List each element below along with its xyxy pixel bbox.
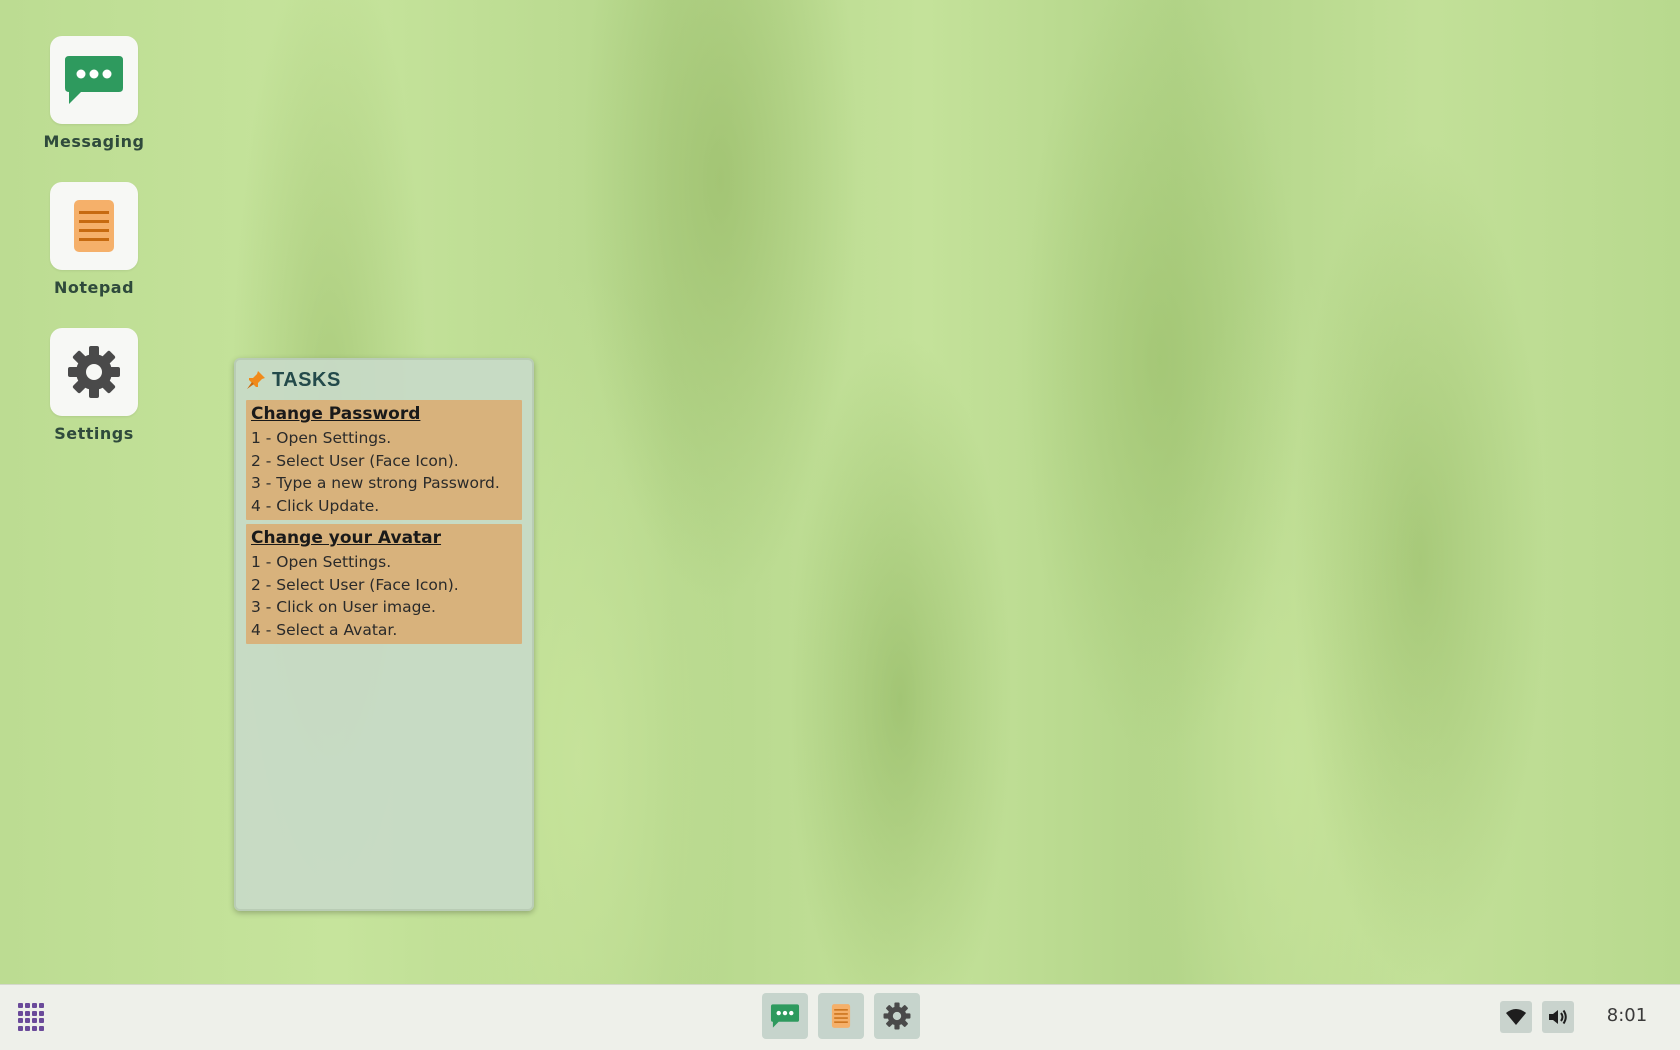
chat-bubble-icon	[65, 56, 123, 104]
wifi-button[interactable]	[1500, 1001, 1532, 1033]
notepad-icon	[831, 1004, 851, 1028]
task-card: Change Password 1 - Open Settings. 2 - S…	[246, 400, 522, 520]
task-step: 3 - Click on User image.	[251, 598, 436, 616]
task-step: 3 - Type a new strong Password.	[251, 474, 500, 492]
volume-button[interactable]	[1542, 1001, 1574, 1033]
task-step: 2 - Select User (Face Icon).	[251, 451, 459, 470]
desktop-icon-label: Settings	[54, 424, 134, 443]
task-step: 1 - Open Settings.	[251, 429, 392, 447]
task-step: 4 - Click Update.	[251, 496, 380, 515]
desktop-icon-label: Notepad	[53, 278, 135, 297]
tasks-header: TASKS	[246, 366, 522, 394]
task-title: Change your Avatar	[251, 528, 442, 548]
task-card: Change your Avatar 1 - Open Settings. 2 …	[246, 524, 522, 644]
task-step: 4 - Select a Avatar.	[251, 620, 398, 639]
tasks-panel: TASKS Change Password 1 - Open Settings.…	[234, 358, 534, 911]
wifi-icon	[1506, 1009, 1526, 1025]
clock: 8:01	[1606, 1005, 1648, 1026]
gear-icon	[68, 346, 120, 398]
app-grid-icon[interactable]	[18, 1003, 46, 1031]
pin-icon	[247, 371, 265, 389]
desktop-icon-messaging[interactable]: Messaging	[44, 36, 144, 151]
notepad-icon	[74, 200, 114, 252]
desktop-icon-notepad[interactable]: Notepad	[50, 182, 138, 297]
desktop-icon-settings[interactable]: Settings	[50, 328, 138, 443]
tasks-title: TASKS	[272, 368, 341, 391]
taskbar-messaging-button[interactable]	[762, 993, 808, 1039]
volume-icon	[1549, 1009, 1567, 1025]
taskbar-settings-button[interactable]	[874, 993, 920, 1039]
taskbar-apps	[762, 993, 920, 1039]
notepad-tile[interactable]	[50, 182, 138, 270]
messaging-tile[interactable]	[50, 36, 138, 124]
taskbar-notepad-button[interactable]	[818, 993, 864, 1039]
taskbar: 8:01	[0, 984, 1680, 1050]
task-title: Change Password	[251, 404, 421, 424]
settings-tile[interactable]	[50, 328, 138, 416]
desktop-icon-label: Messaging	[43, 132, 145, 151]
task-step: 1 - Open Settings.	[251, 553, 392, 571]
chat-bubble-icon	[770, 1004, 800, 1028]
task-step: 2 - Select User (Face Icon).	[251, 575, 459, 594]
gear-icon	[883, 1002, 911, 1030]
